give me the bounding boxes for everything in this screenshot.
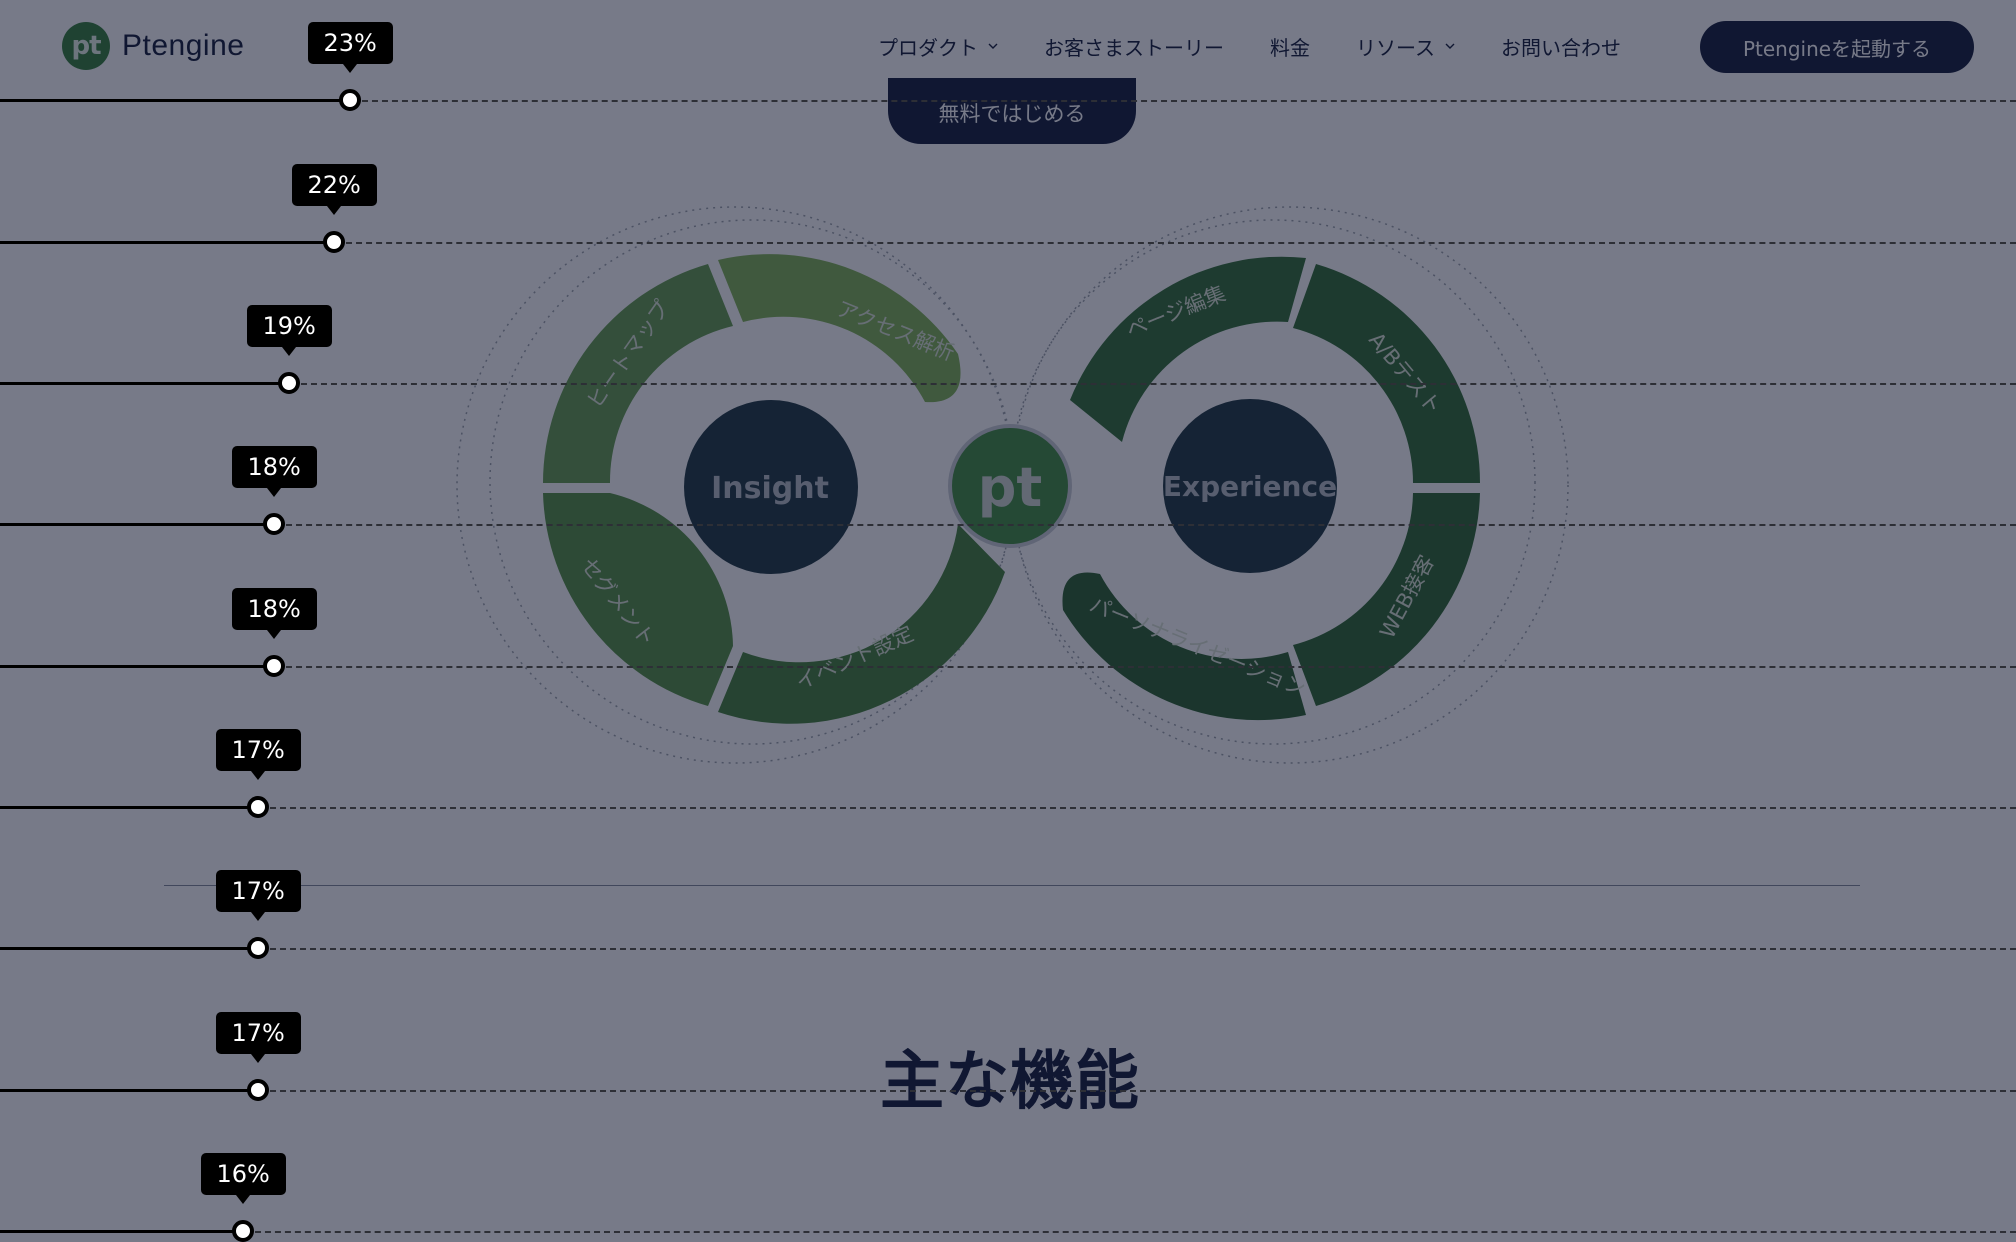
scroll-marker-label: 16% xyxy=(200,1153,286,1204)
experience-label: Experience xyxy=(1163,470,1337,503)
scroll-marker-dot[interactable] xyxy=(232,1220,254,1242)
scroll-marker-dashed-line xyxy=(286,666,2016,668)
scroll-marker-line xyxy=(0,806,258,809)
scroll-marker-dashed-line xyxy=(270,948,2016,950)
center-logo-text: pt xyxy=(978,456,1042,519)
scroll-marker-label: 19% xyxy=(246,305,332,356)
scroll-marker-line xyxy=(0,665,274,668)
features-title: 主な機能 xyxy=(880,1045,1140,1119)
scroll-marker-dashed-line xyxy=(301,383,2016,385)
scroll-marker-line xyxy=(0,241,334,244)
scroll-marker-line xyxy=(0,1089,258,1092)
scroll-marker-dot[interactable] xyxy=(339,89,361,111)
scroll-marker-label: 17% xyxy=(215,1012,301,1063)
scroll-marker-label: 22% xyxy=(291,164,377,215)
scroll-marker-dot[interactable] xyxy=(263,513,285,535)
scroll-marker-dot[interactable] xyxy=(263,655,285,677)
scroll-marker: 18% xyxy=(0,446,2016,535)
scroll-marker: 23% xyxy=(0,22,2016,111)
scroll-marker-label: 18% xyxy=(231,446,317,497)
scroll-marker-dashed-line xyxy=(270,807,2016,809)
scroll-marker-dashed-line xyxy=(362,100,2016,102)
page: pt Ptengine プロダクト お客さまストーリー 料金 リソース お問い合… xyxy=(0,0,2016,1242)
scroll-marker-line xyxy=(0,99,350,102)
scroll-marker: 17% xyxy=(0,870,2016,959)
scroll-marker-dot[interactable] xyxy=(323,231,345,253)
scroll-marker-label: 17% xyxy=(215,870,301,921)
scroll-marker-dot[interactable] xyxy=(247,796,269,818)
scroll-marker-dashed-line xyxy=(255,1231,2016,1233)
scroll-marker: 19% xyxy=(0,305,2016,394)
scroll-marker-dashed-line xyxy=(346,242,2016,244)
scroll-marker-dot[interactable] xyxy=(247,1079,269,1101)
insight-label: Insight xyxy=(711,471,829,506)
scroll-marker: 22% xyxy=(0,164,2016,253)
scroll-marker-label: 18% xyxy=(231,588,317,639)
scroll-marker: 18% xyxy=(0,588,2016,677)
section-divider xyxy=(164,885,1860,886)
scroll-marker: 17% xyxy=(0,729,2016,818)
scroll-marker: 16% xyxy=(0,1153,2016,1242)
scroll-marker-dashed-line xyxy=(270,1090,2016,1092)
scroll-marker-line xyxy=(0,1230,243,1233)
scroll-marker-line xyxy=(0,947,258,950)
scroll-marker: 17% xyxy=(0,1012,2016,1101)
scroll-marker-dot[interactable] xyxy=(278,372,300,394)
scroll-marker-label: 17% xyxy=(215,729,301,780)
scroll-marker-label: 23% xyxy=(307,22,393,73)
scroll-marker-line xyxy=(0,523,274,526)
scroll-marker-dashed-line xyxy=(286,524,2016,526)
scroll-marker-line xyxy=(0,382,289,385)
scroll-marker-dot[interactable] xyxy=(247,937,269,959)
